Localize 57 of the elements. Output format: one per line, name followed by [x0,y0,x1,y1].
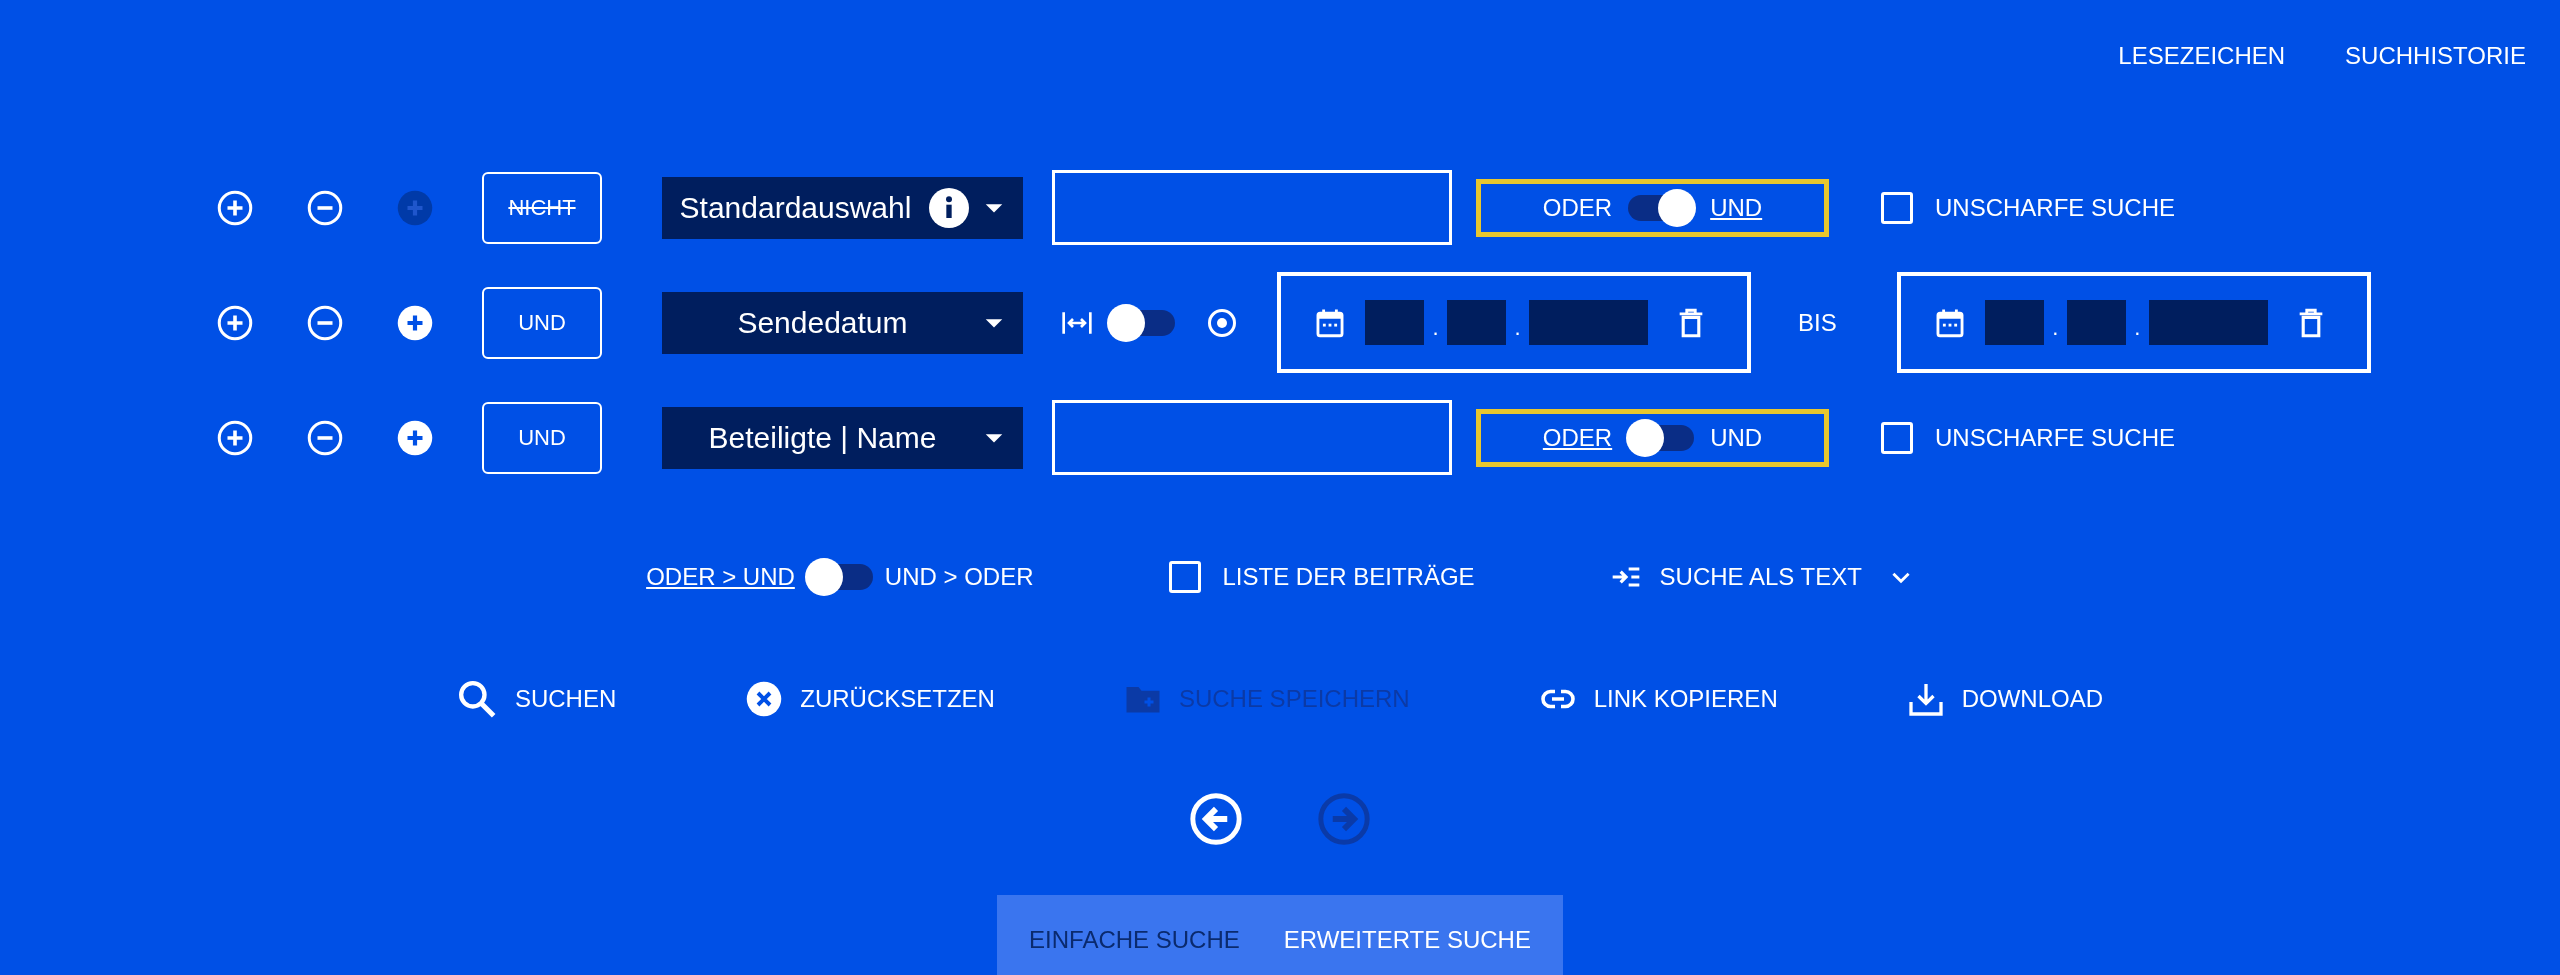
day-field[interactable] [1984,300,2044,345]
action-button[interactable]: ZURÜCKSETZEN [746,681,995,717]
field-dropdown[interactable]: Standardauswahl [662,176,1023,239]
year-field[interactable] [1529,300,1648,345]
operator-option[interactable]: UND [1710,193,1763,222]
checkbox-label: UNSCHARFE SUCHE [1935,193,2176,222]
date-separator: . [2133,315,2142,341]
add-circle-icon[interactable] [217,304,253,341]
remove-circle-icon[interactable] [307,419,343,456]
toggle-switch[interactable] [1107,303,1177,342]
month-field[interactable] [2066,300,2126,345]
add-group-icon[interactable] [397,304,433,341]
add-group-icon[interactable] [397,419,433,456]
action-button[interactable]: SUCHEN [456,679,617,719]
order-option[interactable]: UND > ODER [884,563,1034,591]
checkbox[interactable] [1168,561,1201,593]
checkbox-label: UNSCHARFE SUCHE [1935,423,2176,452]
radio-target-icon[interactable] [1207,307,1237,338]
search-icon [456,679,497,719]
close-circle-icon [746,681,783,717]
text-search-button[interactable]: SUCHE ALS TEXT [1609,561,1914,593]
search-input[interactable] [1052,170,1452,245]
checkbox[interactable] [1881,191,1913,224]
date-separator: . [1431,315,1440,341]
operator-button[interactable]: UND [482,401,602,474]
download-icon [1907,681,1944,717]
operator-option[interactable]: ODER [1542,423,1613,452]
toggle-switch[interactable] [804,558,875,596]
field-dropdown[interactable]: Sendedatum [662,291,1023,354]
info-icon[interactable] [929,187,969,228]
date-separator: . [1513,315,1522,341]
search-input[interactable] [1052,400,1452,475]
operator-button[interactable]: UND [482,286,602,359]
date-field[interactable]: . . [1277,272,1751,373]
range-label: BIS [1798,308,1837,337]
order-option[interactable]: ODER > UND [646,563,795,591]
month-field[interactable] [1447,300,1506,345]
operator-option[interactable]: UND [1710,423,1763,452]
checkbox[interactable] [1881,421,1913,454]
tab[interactable]: ERWEITERTE SUCHE [1279,895,1535,975]
header-link[interactable]: SUCHHISTORIE [2345,42,2526,75]
operator-button[interactable]: NICHT [482,171,602,244]
day-field[interactable] [1365,300,1424,345]
checkbox-label: LISTE DER BEITRÄGE [1222,563,1475,591]
date-field[interactable]: . . [1896,272,2371,373]
operator-option[interactable]: ODER [1542,193,1613,222]
add-circle-icon[interactable] [217,189,253,226]
year-field[interactable] [2148,300,2268,345]
header-link[interactable]: LESEZEICHEN [2118,42,2286,75]
toggle-switch[interactable] [1626,188,1697,227]
add-circle-icon[interactable] [217,419,253,456]
action-button[interactable]: DOWNLOAD [1907,681,2104,717]
remove-circle-icon[interactable] [307,189,343,226]
action-button[interactable]: LINK KOPIEREN [1539,681,1778,717]
field-dropdown[interactable]: Beteiligte | Name [662,406,1023,469]
date-separator: . [2051,315,2060,341]
remove-circle-icon[interactable] [307,304,343,341]
